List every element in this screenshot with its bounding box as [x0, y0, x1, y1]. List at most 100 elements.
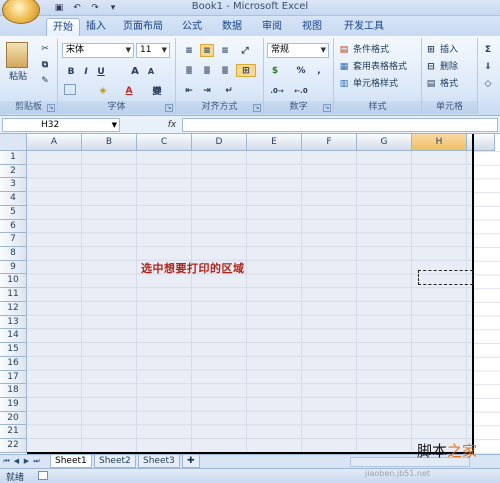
shrink-font-button[interactable]: A [144, 65, 158, 78]
percent-button[interactable]: % [294, 64, 308, 77]
italic-button[interactable]: I [79, 65, 93, 78]
row-header[interactable]: 15 [0, 343, 27, 357]
insert-sheet-icon[interactable]: ✚ [182, 455, 200, 468]
tab-data[interactable]: 数据 [218, 18, 246, 36]
increase-indent-icon[interactable]: ⇥ [200, 84, 214, 97]
row-header[interactable]: 8 [0, 247, 27, 261]
sheet-tab-3[interactable]: Sheet3 [138, 455, 180, 468]
grow-font-button[interactable]: A [128, 65, 142, 78]
row-header[interactable]: 2 [0, 164, 27, 179]
row-header[interactable]: 4 [0, 192, 27, 206]
font-launcher-icon[interactable]: ↘ [165, 104, 173, 112]
bold-button[interactable]: B [64, 65, 78, 78]
cut-icon[interactable]: ✂ [38, 42, 52, 55]
row-header[interactable]: 3 [0, 178, 27, 193]
comma-button[interactable]: , [312, 64, 326, 77]
tab-view[interactable]: 视图 [298, 18, 326, 36]
currency-icon[interactable]: $ [268, 64, 282, 77]
column-header[interactable]: C [137, 134, 192, 151]
cell-styles-button[interactable]: 单元格样式 [353, 77, 398, 91]
phonetic-icon[interactable]: 變 [150, 84, 164, 97]
cell-area[interactable] [27, 151, 472, 454]
row-header[interactable]: 16 [0, 356, 27, 371]
tab-review[interactable]: 审阅 [258, 18, 286, 36]
number-format-combo[interactable]: 常规 ▼ [267, 43, 329, 58]
row-header[interactable]: 9 [0, 260, 27, 275]
row-header[interactable]: 10 [0, 274, 27, 289]
tab-developer[interactable]: 开发工具 [338, 18, 390, 36]
font-name-combo[interactable]: 宋体 ▼ [62, 43, 134, 58]
font-size-combo[interactable]: 11 ▼ [136, 43, 170, 58]
delete-cells-button[interactable]: 删除 [440, 60, 458, 74]
first-sheet-icon[interactable]: ⏮ [2, 456, 11, 467]
format-painter-icon[interactable]: ✎ [38, 74, 52, 87]
column-header[interactable]: D [192, 134, 247, 151]
macro-record-icon[interactable] [38, 471, 48, 480]
wrap-text-icon[interactable]: ↵ [222, 84, 236, 97]
align-right-icon[interactable]: ≣ [218, 64, 232, 77]
tab-page-layout[interactable]: 页面布局 [118, 18, 168, 36]
chevron-down-icon: ▼ [161, 46, 167, 54]
row-header[interactable]: 20 [0, 411, 27, 426]
row-header[interactable]: 18 [0, 384, 27, 398]
paste-button[interactable]: 粘贴 [9, 70, 27, 84]
sheet-tab-2[interactable]: Sheet2 [94, 455, 136, 468]
last-sheet-icon[interactable]: ⏭ [32, 456, 41, 467]
row-header[interactable]: 21 [0, 425, 27, 440]
prev-sheet-icon[interactable]: ◀ [12, 456, 21, 467]
format-cells-button[interactable]: 格式 [440, 77, 458, 91]
align-left-icon[interactable]: ≣ [182, 64, 196, 77]
clipboard-launcher-icon[interactable]: ↘ [47, 104, 55, 112]
next-sheet-icon[interactable]: ▶ [22, 456, 31, 467]
alignment-launcher-icon[interactable]: ↘ [253, 104, 261, 112]
align-bottom-icon[interactable]: ≡ [218, 44, 232, 57]
row-header[interactable]: 14 [0, 329, 27, 344]
outside-print-area[interactable] [474, 151, 500, 454]
fill-color-icon[interactable]: ◈ [96, 84, 110, 97]
conditional-format-button[interactable]: 条件格式 [353, 43, 389, 57]
underline-button[interactable]: U [94, 65, 108, 78]
formula-input[interactable] [182, 118, 498, 132]
number-launcher-icon[interactable]: ↘ [323, 104, 331, 112]
row-header[interactable]: 13 [0, 315, 27, 330]
column-header[interactable]: E [247, 134, 302, 151]
clear-icon[interactable]: ◇ [481, 77, 495, 90]
column-header[interactable]: F [302, 134, 357, 151]
copy-icon[interactable]: ⧉ [38, 58, 52, 71]
borders-icon[interactable] [64, 84, 76, 95]
select-all-button[interactable] [0, 134, 27, 151]
align-middle-icon[interactable]: ≡ [200, 44, 214, 57]
decrease-indent-icon[interactable]: ⇤ [182, 84, 196, 97]
row-header[interactable]: 7 [0, 233, 27, 248]
tab-formulas[interactable]: 公式 [178, 18, 206, 36]
paste-icon[interactable] [6, 42, 28, 68]
align-center-icon[interactable]: ≣ [200, 64, 214, 77]
merge-center-icon[interactable]: ⊞ [236, 64, 256, 77]
autosum-icon[interactable]: Σ [481, 43, 495, 56]
row-header[interactable]: 11 [0, 288, 27, 302]
row-header[interactable]: 17 [0, 370, 27, 385]
column-header[interactable]: G [357, 134, 412, 151]
align-top-icon[interactable]: ≡ [182, 44, 196, 57]
name-box[interactable]: H32 ▼ [2, 118, 120, 132]
orientation-icon[interactable]: ⤢ [238, 44, 252, 57]
increase-decimal-icon[interactable]: .0→ [270, 84, 284, 97]
decrease-decimal-icon[interactable]: ←.0 [294, 84, 308, 97]
column-header[interactable]: A [27, 134, 82, 151]
column-header[interactable]: B [82, 134, 137, 151]
sheet-tab-1[interactable]: Sheet1 [50, 455, 92, 468]
format-as-table-button[interactable]: 套用表格格式 [353, 60, 407, 74]
row-header[interactable]: 22 [0, 439, 27, 453]
fill-icon[interactable]: ⇓ [481, 60, 495, 73]
row-header[interactable]: 5 [0, 205, 27, 220]
row-header[interactable]: 1 [0, 151, 27, 165]
row-header[interactable]: 19 [0, 397, 27, 412]
insert-function-button[interactable]: fx [165, 118, 179, 132]
tab-insert[interactable]: 插入 [82, 18, 110, 36]
tab-home[interactable]: 开始 [46, 18, 80, 36]
row-header[interactable]: 6 [0, 219, 27, 234]
column-header[interactable]: H [412, 134, 467, 151]
row-header[interactable]: 12 [0, 301, 27, 316]
insert-cells-button[interactable]: 插入 [440, 43, 458, 57]
font-color-icon[interactable]: A [122, 84, 136, 97]
